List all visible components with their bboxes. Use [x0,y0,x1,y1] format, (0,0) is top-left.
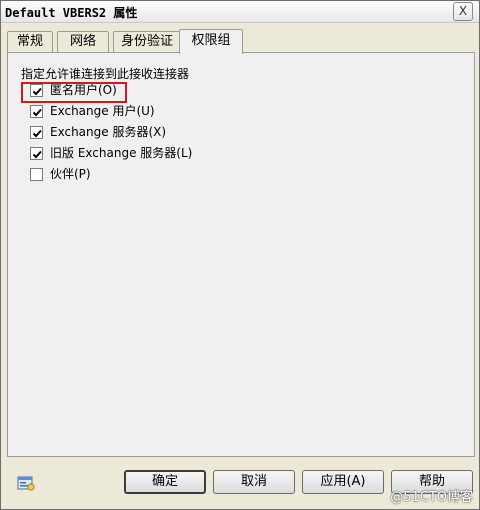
exchange-servers-checkbox[interactable] [30,126,43,139]
check-icon [32,87,42,96]
properties-icon[interactable] [17,474,35,492]
ok-button[interactable]: 确定 [124,470,206,494]
partners-checkbox[interactable] [30,168,43,181]
watermark-text: @51CTO博客 [390,490,473,505]
legacy-exchange-servers-label: 旧版 Exchange 服务器(L) [50,146,193,160]
check-icon [32,108,42,117]
anonymous-users-checkbox[interactable] [30,84,43,97]
close-icon: X [458,4,468,18]
tab-general[interactable]: 常规 [7,31,53,53]
permissions-intro-label: 指定允许谁连接到此接收连接器 [21,67,190,81]
apply-button[interactable]: 应用(A) [302,470,384,494]
check-icon [32,129,42,138]
cancel-button[interactable]: 取消 [213,470,295,494]
legacy-exchange-servers-checkbox[interactable] [30,147,43,160]
properties-dialog: Default VBERS2 属性 X 常规 网络 身份验证 权限组 指定允许谁… [0,0,480,510]
exchange-servers-label: Exchange 服务器(X) [50,125,167,139]
tab-authentication[interactable]: 身份验证 [113,31,181,53]
close-button[interactable]: X [453,2,473,21]
check-icon [32,150,42,159]
exchange-users-label: Exchange 用户(U) [50,104,155,118]
anonymous-users-label: 匿名用户(O) [50,83,117,97]
title-bar: Default VBERS2 属性 X [1,1,479,23]
partners-label: 伙伴(P) [50,167,91,181]
exchange-users-checkbox[interactable] [30,105,43,118]
window-title: Default VBERS2 属性 [5,6,138,20]
tab-network[interactable]: 网络 [57,31,109,53]
tab-permission-groups[interactable]: 权限组 [179,29,243,54]
